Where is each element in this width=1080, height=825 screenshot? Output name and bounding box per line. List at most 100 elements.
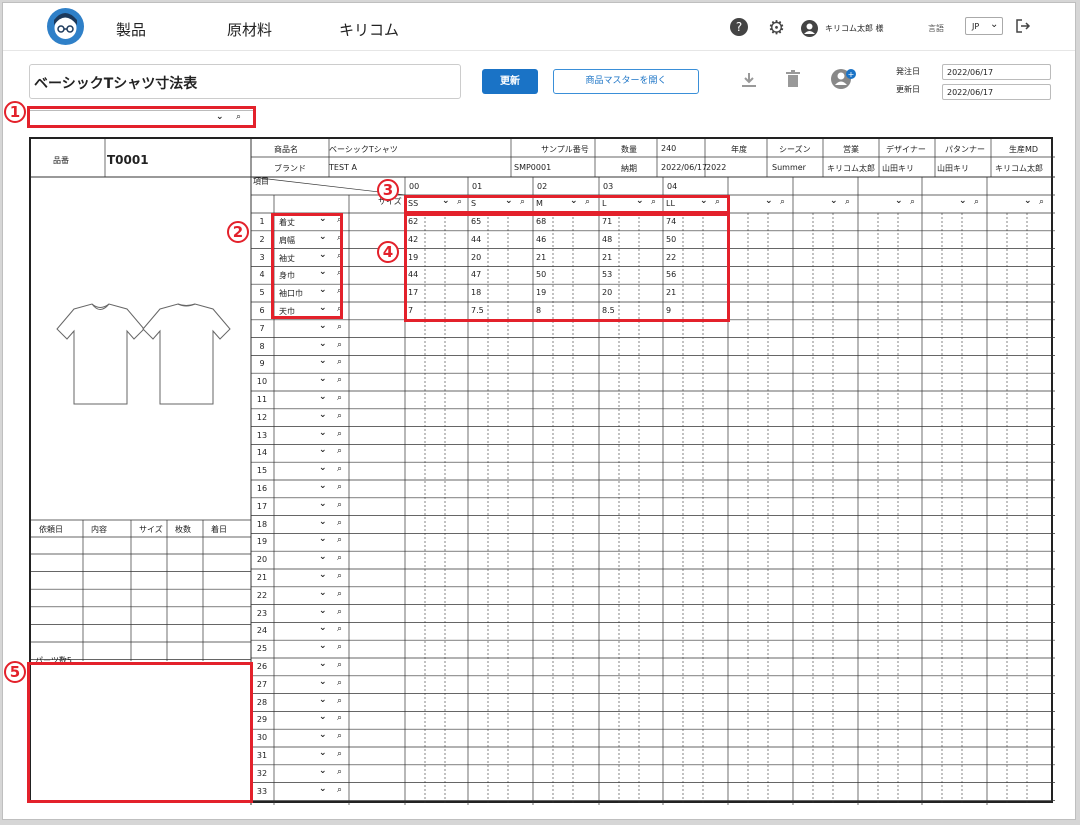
search-icon[interactable]: ⌕ [337,607,342,617]
gear-icon[interactable]: ⚙ [768,17,785,39]
hinban-label: 品番 [53,156,69,165]
search-icon[interactable]: ⌕ [337,660,342,670]
brand-label: ブランド [274,164,306,173]
chevron-down-icon[interactable]: ⌄ [319,606,327,616]
chevron-down-icon[interactable]: ⌄ [319,588,327,598]
chevron-down-icon[interactable]: ⌄ [959,196,967,206]
search-icon[interactable]: ⌕ [337,553,342,563]
search-icon[interactable]: ⌕ [780,197,785,207]
search-icon[interactable]: ⌕ [337,571,342,581]
qty-label: 数量 [621,145,637,154]
callout-box-1 [27,106,256,128]
chevron-down-icon[interactable]: ⌄ [319,766,327,776]
search-icon[interactable]: ⌕ [337,642,342,652]
chevron-down-icon[interactable]: ⌄ [1024,196,1032,206]
update-button[interactable]: 更新 [482,69,538,94]
search-icon[interactable]: ⌕ [337,696,342,706]
search-icon[interactable]: ⌕ [910,197,915,207]
chevron-down-icon[interactable]: ⌄ [319,463,327,473]
search-icon[interactable]: ⌕ [337,357,342,367]
row-number: 7 [259,323,265,333]
brand-value: TEST A [329,163,357,172]
row-number: 30 [256,733,268,743]
chevron-down-icon[interactable]: ⌄ [319,784,327,794]
search-icon[interactable]: ⌕ [337,767,342,777]
chevron-down-icon[interactable]: ⌄ [895,196,903,206]
chevron-down-icon[interactable]: ⌄ [319,730,327,740]
chevron-down-icon[interactable]: ⌄ [319,570,327,580]
nav-kiricom[interactable]: キリコム [339,19,399,40]
search-icon[interactable]: ⌕ [337,446,342,456]
top-nav: 製品 原材料 キリコム ? ⚙ キリコム太郎 様 言語 JP ⌄ [3,3,1075,51]
add-user-icon[interactable]: + [830,67,858,95]
nouki-value: 2022/06/17 [661,163,708,172]
trash-icon[interactable] [785,70,801,92]
chevron-down-icon[interactable]: ⌄ [319,428,327,438]
chevron-down-icon[interactable]: ⌄ [319,712,327,722]
search-icon[interactable]: ⌕ [337,411,342,421]
chevron-down-icon[interactable]: ⌄ [319,641,327,651]
chevron-down-icon[interactable]: ⌄ [319,534,327,544]
user-icon[interactable] [801,20,818,41]
search-icon[interactable]: ⌕ [337,482,342,492]
request-header: 依頼日 [39,525,63,534]
callout-box-5 [27,662,253,803]
chevron-down-icon[interactable]: ⌄ [319,677,327,687]
chevron-down-icon[interactable]: ⌄ [319,321,327,331]
lang-select[interactable]: JP ⌄ [965,17,1003,35]
row-number: 9 [259,359,265,369]
chevron-down-icon[interactable]: ⌄ [765,196,773,206]
row-number: 32 [256,768,268,778]
nav-material[interactable]: 原材料 [227,19,272,40]
order-date-label: 発注日 [896,67,920,76]
search-icon[interactable]: ⌕ [974,197,979,207]
chevron-down-icon[interactable]: ⌄ [319,392,327,402]
lang-value: JP [972,22,980,31]
search-icon[interactable]: ⌕ [337,464,342,474]
chevron-down-icon[interactable]: ⌄ [319,552,327,562]
chevron-down-icon[interactable]: ⌄ [319,659,327,669]
order-date-field[interactable]: 2022/06/17 [942,64,1051,80]
search-icon[interactable]: ⌕ [337,624,342,634]
chevron-down-icon[interactable]: ⌄ [319,748,327,758]
logout-icon[interactable] [1015,18,1031,38]
search-icon[interactable]: ⌕ [337,340,342,350]
search-icon[interactable]: ⌕ [337,393,342,403]
year-value: 2022 [706,163,727,172]
chevron-down-icon[interactable]: ⌄ [319,356,327,366]
svg-text:+: + [848,70,855,79]
chevron-down-icon[interactable]: ⌄ [319,481,327,491]
chevron-down-icon[interactable]: ⌄ [319,517,327,527]
page-title[interactable]: ベーシックTシャツ寸法表 [29,64,461,99]
chevron-down-icon[interactable]: ⌄ [319,339,327,349]
download-icon[interactable] [740,71,758,93]
row-number: 18 [256,519,268,529]
search-icon[interactable]: ⌕ [845,197,850,207]
callout-number-5: 5 [4,661,26,683]
help-icon[interactable]: ? [730,18,748,40]
search-icon[interactable]: ⌕ [337,518,342,528]
update-date-field[interactable]: 2022/06/17 [942,84,1051,100]
search-icon[interactable]: ⌕ [1039,197,1044,207]
chevron-down-icon[interactable]: ⌄ [319,410,327,420]
open-master-button[interactable]: 商品マスターを開く [553,69,699,94]
search-icon[interactable]: ⌕ [337,429,342,439]
search-icon[interactable]: ⌕ [337,731,342,741]
chevron-down-icon[interactable]: ⌄ [830,196,838,206]
chevron-down-icon[interactable]: ⌄ [319,499,327,509]
chevron-down-icon[interactable]: ⌄ [319,445,327,455]
search-icon[interactable]: ⌕ [337,749,342,759]
search-icon[interactable]: ⌕ [337,322,342,332]
search-icon[interactable]: ⌕ [337,589,342,599]
search-icon[interactable]: ⌕ [337,500,342,510]
chevron-down-icon[interactable]: ⌄ [319,374,327,384]
search-icon[interactable]: ⌕ [337,535,342,545]
chevron-down-icon[interactable]: ⌄ [319,623,327,633]
row-number: 10 [256,377,268,387]
search-icon[interactable]: ⌕ [337,713,342,723]
search-icon[interactable]: ⌕ [337,678,342,688]
chevron-down-icon[interactable]: ⌄ [319,695,327,705]
nav-product[interactable]: 製品 [116,19,146,40]
search-icon[interactable]: ⌕ [337,375,342,385]
search-icon[interactable]: ⌕ [337,785,342,795]
